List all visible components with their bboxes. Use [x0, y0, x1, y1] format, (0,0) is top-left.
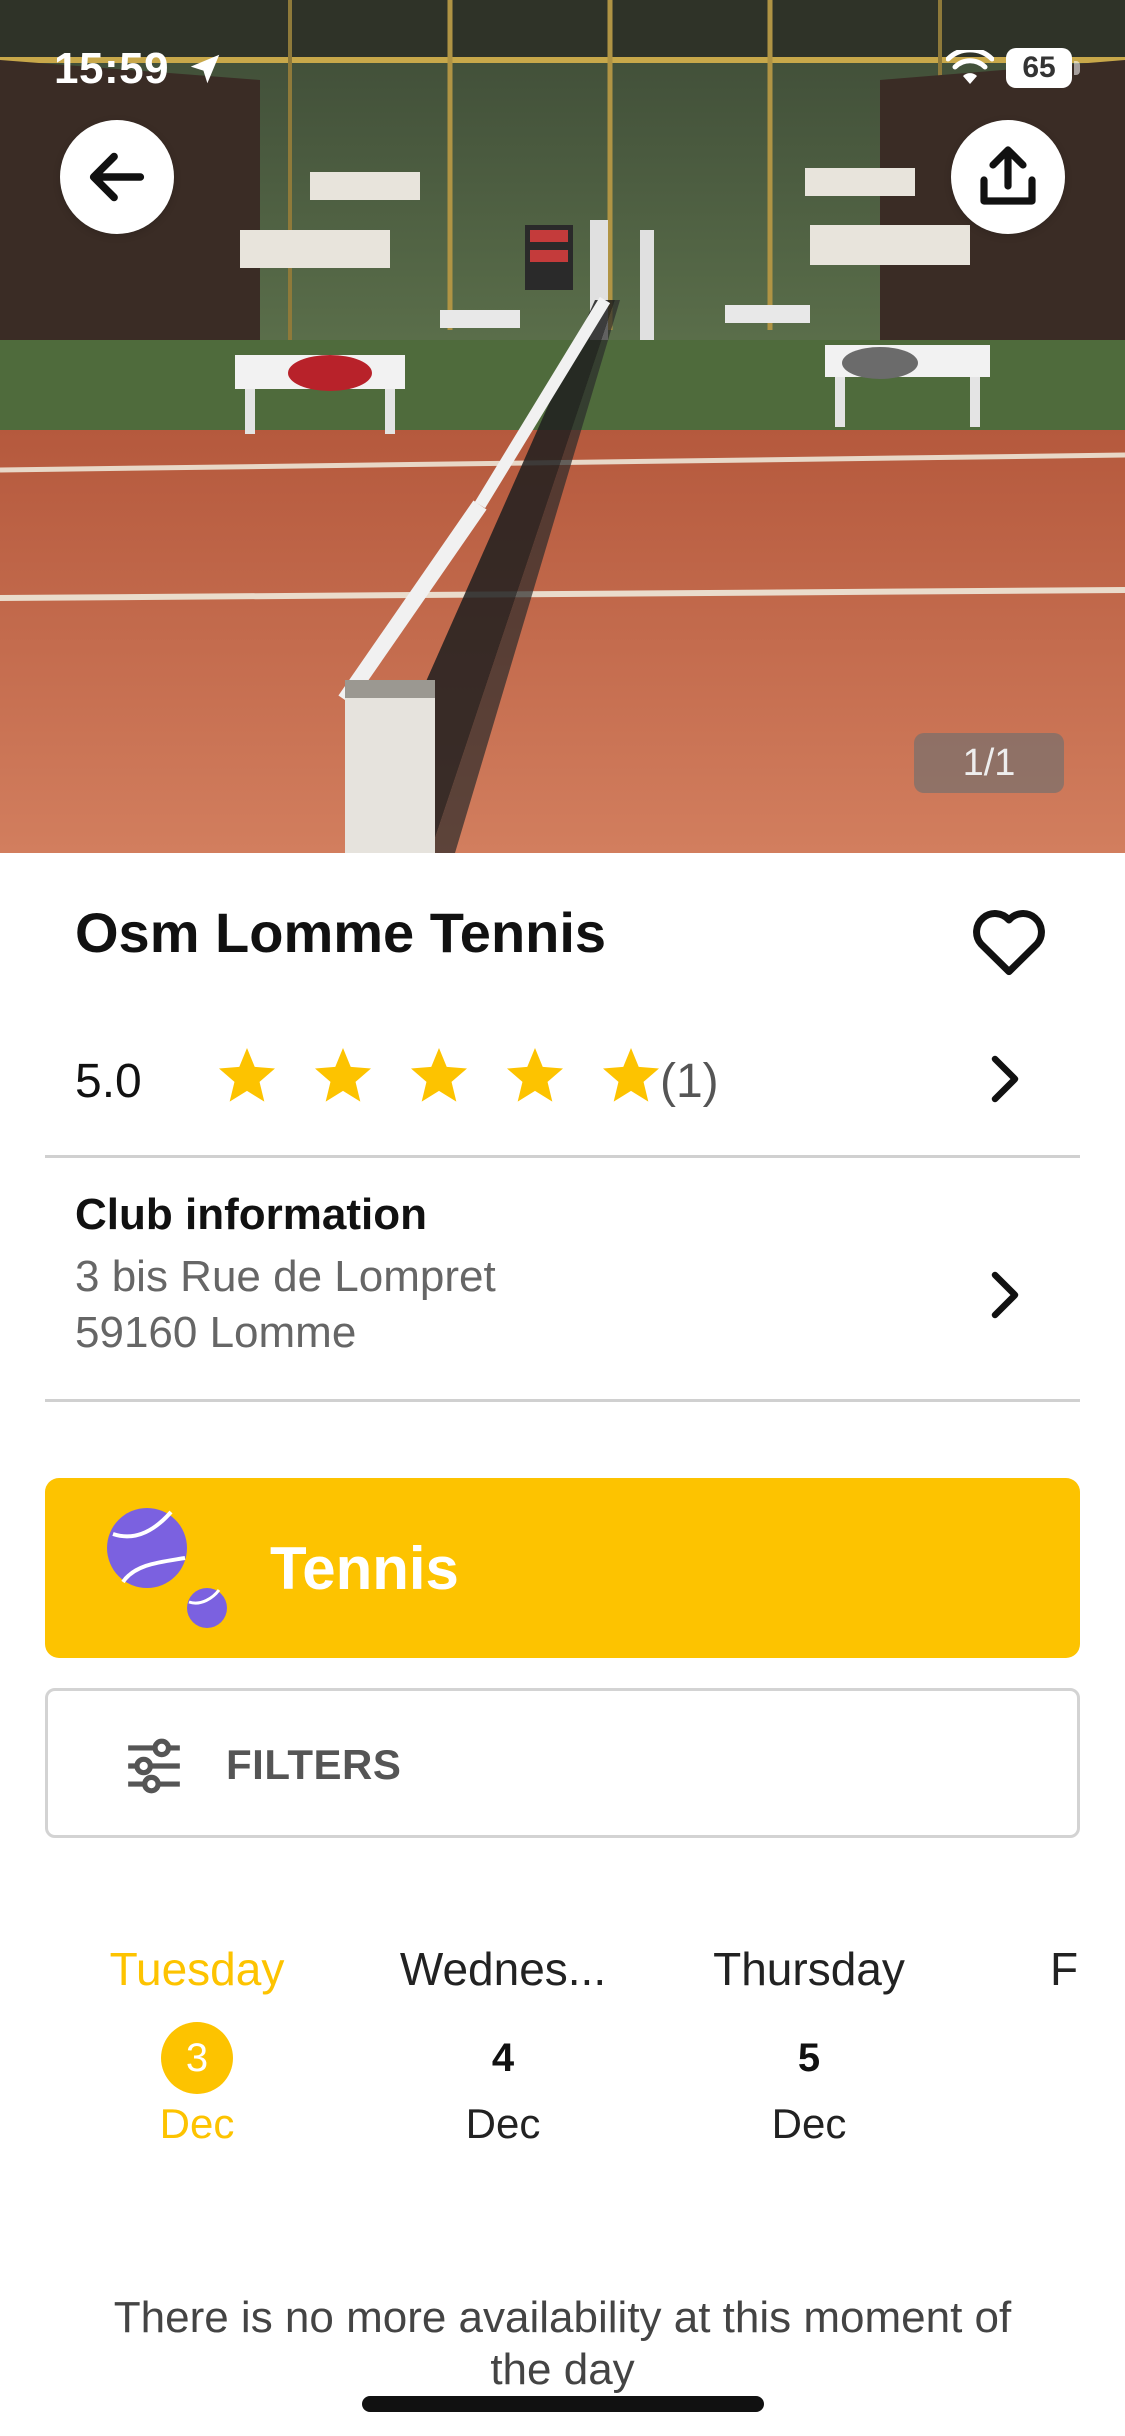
- wifi-icon: [946, 50, 994, 84]
- location-arrow-icon: [190, 54, 220, 84]
- sport-selector[interactable]: Tennis: [45, 1478, 1080, 1658]
- club-photo[interactable]: 15:59 65 1/1: [0, 0, 1125, 853]
- star-icon: [315, 1048, 371, 1102]
- favorite-button[interactable]: [966, 900, 1052, 980]
- day-name: Wednes...: [399, 1943, 607, 1995]
- share-button[interactable]: [951, 120, 1065, 234]
- status-time: 15:59: [54, 44, 170, 93]
- tennis-balls-icon: [107, 1508, 227, 1628]
- day-month: Dec: [465, 2100, 541, 2147]
- sport-label: Tennis: [270, 1535, 459, 1602]
- club-information-row[interactable]: Club information 3 bis Rue de Lompret 59…: [45, 1160, 1080, 1400]
- club-name: Osm Lomme Tennis: [75, 901, 607, 964]
- sliders-icon: [128, 1738, 180, 1794]
- day-month: Dec: [771, 2100, 847, 2147]
- day-name: Thursday: [713, 1943, 905, 1995]
- home-indicator[interactable]: [362, 2396, 764, 2412]
- rating-row[interactable]: 5.0 (1): [45, 1020, 1080, 1140]
- day-number: 5: [797, 2035, 821, 2080]
- arrow-left-icon: [89, 152, 145, 202]
- share-upload-icon: [980, 146, 1036, 205]
- filters-button[interactable]: FILTERS: [45, 1688, 1080, 1838]
- address-line-1: 3 bis Rue de Lompret: [75, 1252, 496, 1301]
- day-friday-partial[interactable]: F: [1050, 1942, 1078, 1996]
- day-name: Tuesday: [109, 1943, 285, 1995]
- club-information-title: Club information: [75, 1190, 427, 1239]
- star-icon: [603, 1048, 659, 1102]
- rating-value: 5.0: [75, 1055, 142, 1108]
- chevron-right-icon: [991, 1271, 1019, 1319]
- no-availability-message: There is no more availability at this mo…: [113, 2293, 1012, 2394]
- day-month: Dec: [159, 2100, 235, 2147]
- day-wednesday[interactable]: Wednes... 4 Dec: [363, 1942, 643, 2162]
- day-thursday[interactable]: Thursday 5 Dec: [669, 1942, 949, 2162]
- heart-outline-icon: [973, 910, 1045, 976]
- filters-label: FILTERS: [226, 1741, 402, 1788]
- battery-icon: 65: [1006, 48, 1080, 88]
- day-number: 3: [161, 2022, 233, 2094]
- day-tuesday[interactable]: Tuesday 3 Dec: [57, 1942, 337, 2162]
- chevron-right-icon: [991, 1055, 1019, 1103]
- status-bar: 15:59 65: [0, 0, 1125, 140]
- star-icon: [411, 1048, 467, 1102]
- address-line-2: 59160 Lomme: [75, 1308, 357, 1357]
- star-icon: [507, 1048, 563, 1102]
- rating-stars: [215, 1044, 663, 1108]
- divider: [45, 1399, 1080, 1402]
- divider: [45, 1155, 1080, 1158]
- star-icon: [219, 1048, 275, 1102]
- battery-level: 65: [1006, 48, 1072, 88]
- photo-counter: 1/1: [914, 733, 1064, 793]
- rating-count: (1): [660, 1055, 719, 1108]
- day-number: 4: [491, 2035, 515, 2080]
- back-button[interactable]: [60, 120, 174, 234]
